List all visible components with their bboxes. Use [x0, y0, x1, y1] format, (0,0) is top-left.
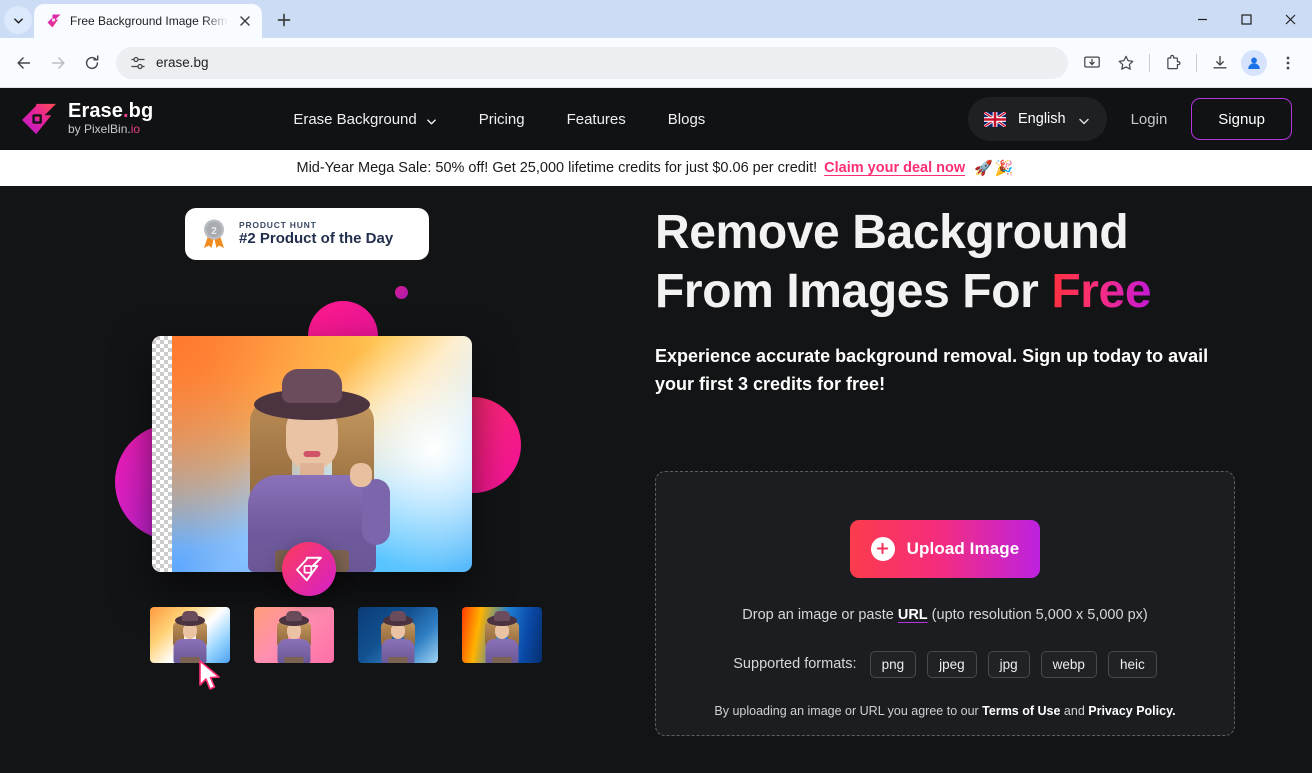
- main-navigation: Erase Background Pricing Features Blogs: [293, 111, 705, 128]
- tab-search-chevron-down-icon[interactable]: [4, 6, 32, 34]
- thumbnail-fire-ice[interactable]: [462, 607, 542, 663]
- extensions-puzzle-icon[interactable]: [1157, 47, 1189, 79]
- nav-item-erase-background[interactable]: Erase Background: [293, 111, 436, 128]
- chevron-down-icon[interactable]: [1078, 114, 1089, 125]
- rocket-party-emoji-icon: 🚀🎉: [974, 160, 1016, 177]
- supported-formats: Supported formats: png jpeg jpg webp hei…: [733, 650, 1157, 678]
- erasebg-badge-icon: [282, 542, 336, 596]
- claim-deal-link[interactable]: Claim your deal now: [824, 160, 965, 176]
- upload-button-label: Upload Image: [906, 538, 1020, 558]
- erasebg-favicon-icon: [46, 13, 62, 29]
- nav-label: Blogs: [667, 110, 706, 128]
- new-tab-button[interactable]: [270, 6, 298, 34]
- supported-formats-label: Supported formats:: [733, 656, 857, 673]
- upload-image-button[interactable]: Upload Image: [850, 519, 1040, 578]
- nav-item-blogs[interactable]: Blogs: [668, 111, 706, 128]
- download-icon[interactable]: [1204, 47, 1236, 79]
- hero-sample-image: [152, 336, 472, 572]
- three-dot-menu-icon[interactable]: [1272, 47, 1304, 79]
- headline-line-2: From Images For: [655, 264, 1052, 318]
- header-actions: English Login Signup: [968, 97, 1292, 141]
- sample-thumbnails: [150, 607, 542, 663]
- site-logo[interactable]: Erase.bg by PixelBin.io: [20, 101, 153, 136]
- product-hunt-eyebrow: PRODUCT HUNT: [239, 219, 317, 230]
- language-label: English: [1018, 111, 1066, 127]
- thumbnail-gradient-sunset[interactable]: [150, 607, 230, 663]
- terms-of-use-link[interactable]: Terms of Use: [982, 704, 1060, 718]
- chevron-down-icon[interactable]: [426, 114, 437, 125]
- decorative-dot: [395, 286, 408, 299]
- format-chip-heic: heic: [1107, 650, 1157, 678]
- toolbar-divider-2: [1196, 53, 1197, 72]
- browser-toolbar: erase.bg: [0, 38, 1312, 88]
- headline-highlight: Free: [1051, 264, 1152, 318]
- plus-icon: [870, 536, 895, 561]
- site-header: Erase.bg by PixelBin.io Erase Background…: [0, 88, 1312, 150]
- forward-arrow-icon[interactable]: [42, 47, 74, 79]
- hero-stage: [75, 274, 545, 734]
- minimize-icon[interactable]: [1180, 0, 1224, 38]
- mouse-cursor-icon: [197, 659, 223, 693]
- window-close-icon[interactable]: [1268, 0, 1312, 38]
- tab-strip: Free Background Image Remov: [0, 0, 1312, 38]
- nav-label: Erase Background: [293, 110, 417, 128]
- product-hunt-title: #2 Product of the Day: [239, 229, 394, 247]
- avatar: [1241, 49, 1267, 76]
- promo-text: Mid-Year Mega Sale: 50% off! Get 25,000 …: [296, 160, 818, 176]
- hero-visual: 2 PRODUCT HUNT #2 Product of the Day: [0, 186, 655, 773]
- erasebg-logo-icon: [20, 102, 58, 136]
- hero-subheading: Experience accurate background removal. …: [655, 346, 1209, 394]
- reload-icon[interactable]: [76, 47, 108, 79]
- tab-title: Free Background Image Remov: [70, 14, 228, 28]
- signup-button[interactable]: Signup: [1191, 98, 1292, 140]
- thumbnail-blue-blocks[interactable]: [358, 607, 438, 663]
- hero-section: 2 PRODUCT HUNT #2 Product of the Day Rem…: [0, 186, 1312, 773]
- svg-text:2: 2: [211, 226, 217, 237]
- page-title: Remove Background From Images For Free: [655, 204, 1312, 321]
- format-chip-jpg: jpg: [987, 650, 1030, 678]
- maximize-icon[interactable]: [1224, 0, 1268, 38]
- address-bar-url[interactable]: erase.bg: [156, 55, 209, 70]
- privacy-policy-link[interactable]: Privacy Policy.: [1088, 704, 1175, 718]
- logo-wordmark: Erase.bg: [68, 100, 154, 123]
- back-arrow-icon[interactable]: [8, 47, 40, 79]
- language-selector[interactable]: English: [968, 97, 1107, 141]
- nav-item-features[interactable]: Features: [567, 111, 626, 128]
- format-chip-webp: webp: [1040, 650, 1097, 678]
- thumbnail-pink-grid[interactable]: [254, 607, 334, 663]
- paste-url-link[interactable]: URL: [898, 607, 928, 623]
- legal-disclaimer: By uploading an image or URL you agree t…: [714, 703, 1176, 718]
- install-app-icon[interactable]: [1076, 47, 1108, 79]
- toolbar-divider: [1149, 53, 1150, 72]
- format-chip-jpeg: jpeg: [927, 650, 977, 678]
- login-link[interactable]: Login: [1121, 111, 1178, 128]
- site-settings-tune-icon[interactable]: [130, 55, 146, 71]
- silver-medal-icon: 2: [199, 218, 229, 250]
- address-bar[interactable]: erase.bg: [116, 46, 1068, 79]
- promo-banner: Mid-Year Mega Sale: 50% off! Get 25,000 …: [0, 150, 1312, 186]
- product-hunt-badge[interactable]: 2 PRODUCT HUNT #2 Product of the Day: [185, 208, 429, 260]
- browser-window: Free Background Image Remov erase.bg Era…: [0, 0, 1312, 773]
- upload-dropzone[interactable]: Upload Image Drop an image or paste URL …: [655, 470, 1235, 736]
- profile-avatar-icon[interactable]: [1238, 47, 1270, 79]
- nav-label: Pricing: [478, 110, 525, 128]
- logo-byline: by PixelBin.io: [68, 122, 141, 137]
- browser-tab[interactable]: Free Background Image Remov: [34, 4, 262, 38]
- nav-label: Features: [566, 110, 626, 128]
- uk-flag-icon: [983, 110, 1007, 128]
- page-content: Erase.bg by PixelBin.io Erase Background…: [0, 88, 1312, 773]
- format-chip-png: png: [869, 650, 917, 678]
- tab-close-icon[interactable]: [236, 12, 254, 30]
- nav-item-pricing[interactable]: Pricing: [479, 111, 525, 128]
- drop-instructions: Drop an image or paste URL (upto resolut…: [742, 606, 1148, 623]
- bookmark-star-icon[interactable]: [1110, 47, 1142, 79]
- hero-copy: Remove Background From Images For Free E…: [655, 186, 1312, 773]
- transparency-checkerboard: [152, 336, 172, 572]
- window-controls: [1180, 0, 1312, 38]
- headline-line-1: Remove Background: [655, 206, 1129, 259]
